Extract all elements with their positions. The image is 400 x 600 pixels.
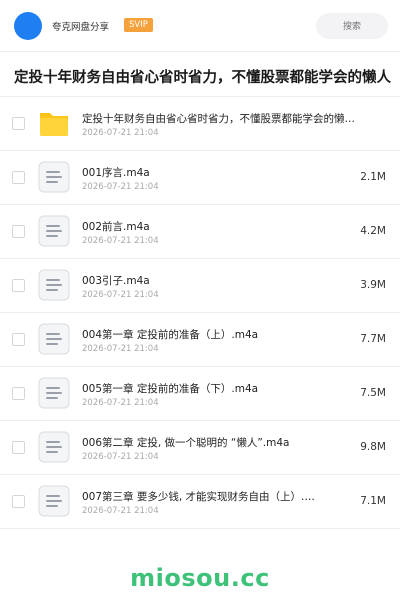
audio-file-icon bbox=[38, 269, 70, 301]
svip-badge: SVIP bbox=[124, 18, 153, 32]
file-name: 007第三章 要多少钱, 才能实现财务自由（上）.… bbox=[82, 491, 315, 503]
audio-file-icon bbox=[38, 377, 70, 409]
file-date: 2026-07-21 21:04 bbox=[82, 506, 159, 516]
file-row[interactable]: 005第一章 定投前的准备（下）.m4a 2026-07-21 21:04 7.… bbox=[0, 367, 400, 421]
row-checkbox[interactable] bbox=[12, 387, 25, 400]
row-checkbox[interactable] bbox=[12, 495, 25, 508]
page-title: 定投十年财务自由省心省时省力，不懂股票都能学会的懒人 bbox=[14, 70, 391, 86]
row-checkbox[interactable] bbox=[12, 117, 25, 130]
row-checkbox[interactable] bbox=[12, 441, 25, 454]
file-size: 9.8M bbox=[360, 441, 386, 453]
file-name: 004第一章 定投前的准备（上）.m4a bbox=[82, 329, 259, 341]
row-checkbox[interactable] bbox=[12, 333, 25, 346]
file-date: 2026-07-21 21:04 bbox=[82, 182, 159, 192]
search-input[interactable] bbox=[316, 13, 388, 39]
file-date: 2026-07-21 21:04 bbox=[82, 236, 159, 246]
audio-file-icon bbox=[38, 485, 70, 517]
file-row[interactable]: 001序言.m4a 2026-07-21 21:04 2.1M bbox=[0, 151, 400, 205]
file-row[interactable]: 006第二章 定投, 做一个聪明的 “懒人”.m4a 2026-07-21 21… bbox=[0, 421, 400, 475]
audio-file-icon bbox=[38, 161, 70, 193]
file-row[interactable]: 004第一章 定投前的准备（上）.m4a 2026-07-21 21:04 7.… bbox=[0, 313, 400, 367]
file-name: 005第一章 定投前的准备（下）.m4a bbox=[82, 383, 259, 395]
file-date: 2026-07-21 21:04 bbox=[82, 344, 159, 354]
file-size: 4.2M bbox=[360, 225, 386, 237]
file-size: 7.7M bbox=[360, 333, 386, 345]
file-date: 2026-07-21 21:04 bbox=[82, 290, 159, 300]
file-list: 定投十年财务自由省心省时省力，不懂股票都能学会的懒… 2026-07-21 21… bbox=[0, 97, 400, 529]
folder-row[interactable]: 定投十年财务自由省心省时省力，不懂股票都能学会的懒… 2026-07-21 21… bbox=[0, 97, 400, 151]
file-date: 2026-07-21 21:04 bbox=[82, 128, 159, 138]
top-bar: 夸克网盘分享 SVIP bbox=[0, 0, 400, 52]
audio-file-icon bbox=[38, 431, 70, 463]
file-name: 003引子.m4a bbox=[82, 275, 150, 287]
row-checkbox[interactable] bbox=[12, 279, 25, 292]
file-size: 3.9M bbox=[360, 279, 386, 291]
folder-icon bbox=[40, 113, 68, 136]
file-name: 006第二章 定投, 做一个聪明的 “懒人”.m4a bbox=[82, 437, 290, 449]
file-name: 定投十年财务自由省心省时省力，不懂股票都能学会的懒… bbox=[82, 113, 355, 125]
file-date: 2026-07-21 21:04 bbox=[82, 398, 159, 408]
user-name: 夸克网盘分享 bbox=[52, 22, 110, 33]
row-checkbox[interactable] bbox=[12, 225, 25, 238]
file-size: 7.5M bbox=[360, 387, 386, 399]
watermark: miosou.cc bbox=[130, 564, 270, 592]
file-size: 7.1M bbox=[360, 495, 386, 507]
file-name: 001序言.m4a bbox=[82, 167, 150, 179]
audio-file-icon bbox=[38, 215, 70, 247]
row-checkbox[interactable] bbox=[12, 171, 25, 184]
file-row[interactable]: 003引子.m4a 2026-07-21 21:04 3.9M bbox=[0, 259, 400, 313]
file-date: 2026-07-21 21:04 bbox=[82, 452, 159, 462]
avatar[interactable] bbox=[14, 12, 42, 40]
file-name: 002前言.m4a bbox=[82, 221, 150, 233]
file-row[interactable]: 007第三章 要多少钱, 才能实现财务自由（上）.… 2026-07-21 21… bbox=[0, 475, 400, 529]
file-row[interactable]: 002前言.m4a 2026-07-21 21:04 4.2M bbox=[0, 205, 400, 259]
audio-file-icon bbox=[38, 323, 70, 355]
file-size: 2.1M bbox=[360, 171, 386, 183]
